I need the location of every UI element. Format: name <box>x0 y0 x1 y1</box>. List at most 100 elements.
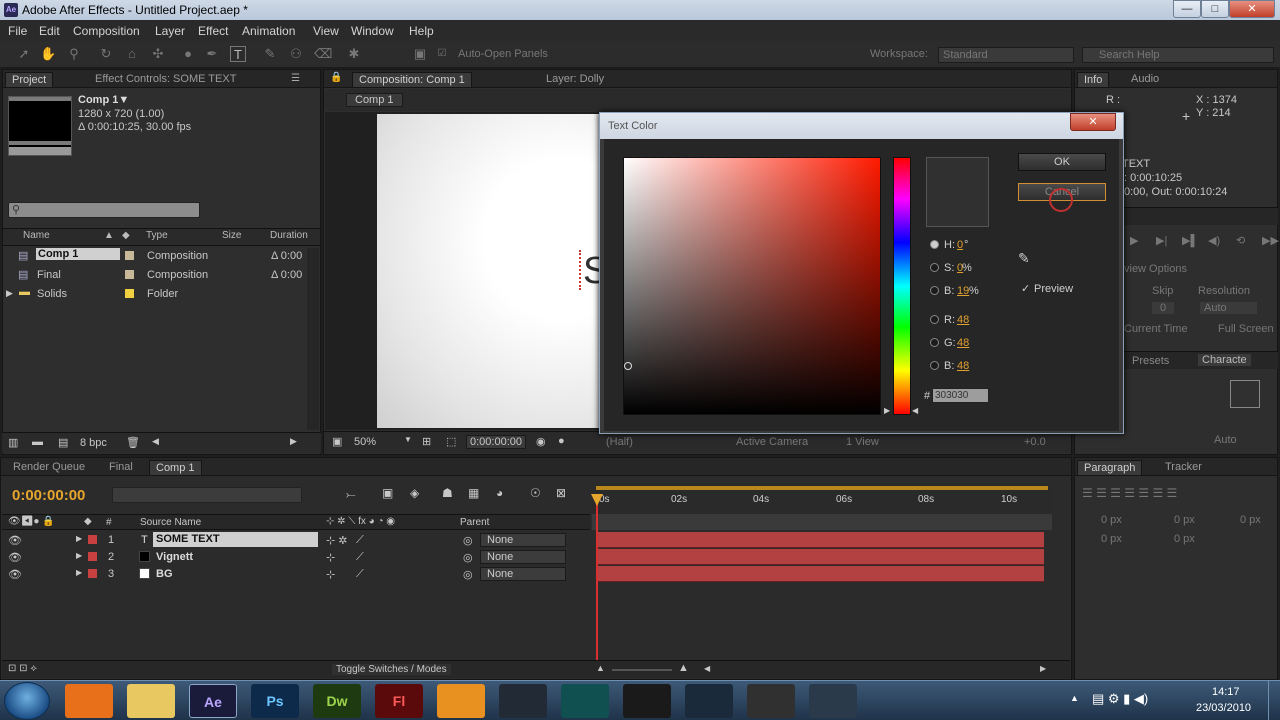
parent-select[interactable]: None <box>480 533 566 547</box>
clone-tool-icon[interactable]: ⚇ <box>288 46 304 62</box>
show-desktop-button[interactable] <box>1268 681 1280 720</box>
menu-help[interactable]: Help <box>409 24 434 38</box>
audio-icon[interactable]: ◀) <box>1208 234 1220 247</box>
label-swatch[interactable] <box>125 289 134 298</box>
graph-editor-icon[interactable]: ⊠ <box>556 486 566 500</box>
radio-b[interactable] <box>930 286 939 295</box>
blue-value[interactable]: 48 <box>957 360 969 372</box>
interpret-footage-icon[interactable]: ▥ <box>8 436 18 449</box>
eyedropper-icon[interactable]: ✎ <box>1018 250 1038 270</box>
frame-blending-icon[interactable]: ▦ <box>468 486 479 500</box>
show-channel-icon[interactable]: ● <box>558 435 565 447</box>
zoom-tool-icon[interactable]: ⚲ <box>66 46 82 62</box>
tray-icons[interactable]: ▤ ⚙ ▮ ◀) <box>1092 691 1148 707</box>
app-icon[interactable] <box>499 684 547 718</box>
eye-icon[interactable]: 👁 <box>8 534 22 547</box>
tab-composition[interactable]: Composition: Comp 1 <box>352 72 472 87</box>
clock-time[interactable]: 14:17 <box>1212 686 1240 698</box>
leading-auto[interactable]: Auto <box>1214 434 1237 446</box>
close-button[interactable]: ✕ <box>1229 0 1275 18</box>
last-frame-icon[interactable]: ▶▌ <box>1182 234 1198 247</box>
layer-name[interactable]: SOME TEXT <box>153 532 318 547</box>
workspace-select[interactable]: Standard <box>938 47 1074 63</box>
label-column-icon[interactable]: ◆ <box>84 516 92 527</box>
tab-tracker[interactable]: Tracker <box>1159 460 1208 475</box>
col-type[interactable]: Type <box>146 230 168 244</box>
zoom-slider[interactable] <box>612 669 672 671</box>
radio-g[interactable] <box>930 338 939 347</box>
safe-areas-icon[interactable]: ⊞ <box>422 435 431 448</box>
preview-checkbox[interactable]: ✓ <box>1021 282 1030 295</box>
col-parent[interactable]: Parent <box>460 517 489 528</box>
firefox-icon[interactable] <box>65 684 113 718</box>
saturation-brightness-field[interactable] <box>623 157 881 415</box>
b-value[interactable]: 19 <box>957 285 969 297</box>
tab-character[interactable]: Characte <box>1198 354 1251 366</box>
toggle-switches-modes[interactable]: Toggle Switches / Modes <box>332 664 451 675</box>
tab-project[interactable]: Project <box>5 72 54 87</box>
layer-row-3[interactable]: 👁 ▶ 3 BG ⊹ ⟋ ◎ None <box>4 566 589 582</box>
layer-row-1[interactable]: 👁 ▶ 1 T SOME TEXT ⊹ ✲ ⟋ ◎ None <box>4 532 589 548</box>
menu-view[interactable]: View <box>313 24 339 38</box>
brainstorm-icon[interactable]: ☉ <box>530 486 541 500</box>
current-time-indicator[interactable] <box>596 494 598 662</box>
eye-icon[interactable]: 👁 <box>8 551 22 564</box>
play-icon[interactable]: ▶ <box>1130 234 1138 247</box>
app-icon[interactable] <box>809 684 857 718</box>
zoom-select[interactable]: 50% <box>354 436 376 448</box>
h-value[interactable]: 0 <box>957 239 963 251</box>
indent-left[interactable]: 0 px <box>1101 514 1122 526</box>
scroll-left-icon[interactable]: ◀ <box>152 436 159 447</box>
zoom-out-icon[interactable]: ▲ <box>596 663 605 673</box>
col-duration[interactable]: Duration <box>270 230 308 244</box>
parent-select[interactable]: None <box>480 550 566 564</box>
ok-button[interactable]: OK <box>1018 153 1106 171</box>
tab-paragraph[interactable]: Paragraph <box>1077 460 1143 475</box>
shy-switch-icon[interactable]: ⊹ <box>326 568 335 581</box>
expand-triangle-icon[interactable]: ▶ <box>76 551 82 560</box>
draft-3d-icon[interactable]: ◈ <box>410 486 419 500</box>
hue-slider-right-arrow[interactable]: ◀ <box>912 406 918 415</box>
tab-layer[interactable]: Layer: Dolly <box>540 72 610 87</box>
label-column-icon[interactable]: ◆ <box>122 230 130 244</box>
eye-icon[interactable]: 👁 <box>8 568 22 581</box>
project-search-input[interactable]: ⚲ <box>8 202 200 218</box>
expand-triangle-icon[interactable]: ▶ <box>76 568 82 577</box>
radio-r[interactable] <box>930 315 939 324</box>
scroll-left-icon[interactable]: ◀ <box>704 664 710 673</box>
footer-icons[interactable]: ⊡ ⊡ ⟡ <box>8 663 37 674</box>
clock-date[interactable]: 23/03/2010 <box>1196 702 1251 714</box>
app-icon[interactable] <box>747 684 795 718</box>
live-update-icon[interactable]: ▣ <box>382 486 393 500</box>
current-time-checkbox[interactable]: Current Time <box>1124 323 1188 335</box>
color-picker-cursor[interactable] <box>624 362 632 370</box>
tab-render-queue[interactable]: Render Queue <box>7 460 91 475</box>
dialog-title-bar[interactable]: Text Color ✕ <box>600 113 1123 139</box>
align-buttons[interactable]: ☰ ☰ ☰ ☰ ☰ ☰ ☰ <box>1082 486 1177 500</box>
hue-slider-left-arrow[interactable]: ▶ <box>884 406 890 415</box>
g-value[interactable]: 48 <box>957 337 969 349</box>
tab-audio[interactable]: Audio <box>1125 72 1165 87</box>
menu-file[interactable]: File <box>8 24 27 38</box>
comp-mini-flowchart-icon[interactable]: ⤚ <box>346 487 356 502</box>
shape-tool-icon[interactable]: ● <box>180 46 196 62</box>
layer-bar-2[interactable] <box>597 549 1044 565</box>
search-help-input[interactable]: Search Help <box>1082 47 1274 63</box>
start-button[interactable] <box>4 682 50 720</box>
pickwhip-icon[interactable]: ◎ <box>463 568 473 581</box>
flash-icon[interactable]: Fl <box>375 684 423 718</box>
radio-blue[interactable] <box>930 361 939 370</box>
tab-info[interactable]: Info <box>1077 72 1110 87</box>
pan-behind-tool-icon[interactable]: ✣ <box>150 46 166 62</box>
pickwhip-icon[interactable]: ◎ <box>463 551 473 564</box>
layer-row-2[interactable]: 👁 ▶ 2 Vignett ⊹ ⟋ ◎ None <box>4 549 589 565</box>
text-tool-icon[interactable]: T <box>230 46 246 62</box>
indent-first[interactable]: 0 px <box>1240 514 1261 526</box>
resolution-select-right[interactable]: Auto <box>1200 302 1257 314</box>
skip-select[interactable]: 0 <box>1152 302 1175 314</box>
quality-switch-icon[interactable]: ⟋ <box>356 534 364 547</box>
fill-color-swatch[interactable] <box>1230 380 1260 408</box>
pickwhip-icon[interactable]: ◎ <box>463 534 473 547</box>
menu-window[interactable]: Window <box>351 24 394 38</box>
shy-switch-icon[interactable]: ⊹ ✲ <box>326 534 348 547</box>
